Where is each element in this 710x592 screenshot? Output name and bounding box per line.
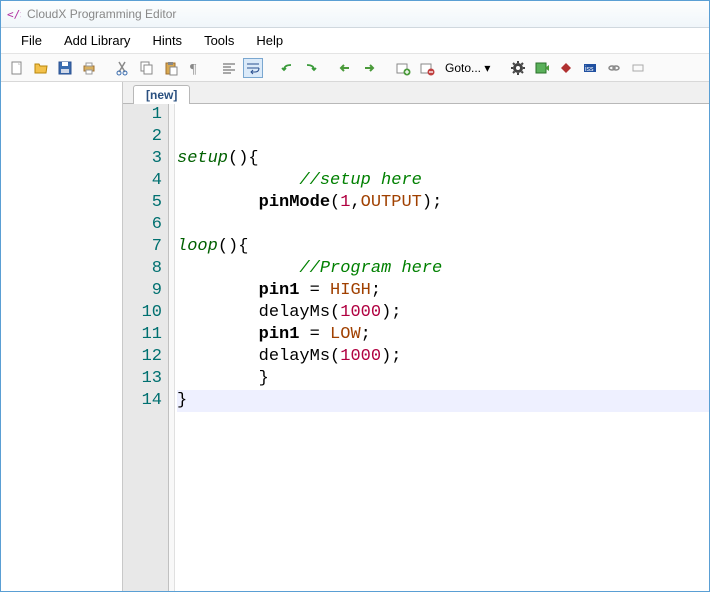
toolbar: ¶ Goto... ▾ iss bbox=[1, 54, 709, 82]
line-number: 11 bbox=[123, 324, 162, 346]
code-line[interactable] bbox=[177, 126, 709, 148]
menu-file[interactable]: File bbox=[11, 29, 52, 52]
menu-tools[interactable]: Tools bbox=[194, 29, 244, 52]
tab-new[interactable]: [new] bbox=[133, 85, 190, 104]
code-area[interactable]: 1234567891011121314 setup(){ //setup her… bbox=[123, 104, 709, 591]
align-left-icon[interactable] bbox=[219, 58, 239, 78]
tabbar: [new] bbox=[123, 82, 709, 104]
svg-text:¶: ¶ bbox=[190, 62, 197, 76]
gear-icon[interactable] bbox=[508, 58, 528, 78]
code-line[interactable]: } bbox=[177, 368, 709, 390]
code-line[interactable]: pin1 = LOW; bbox=[177, 324, 709, 346]
undo-icon[interactable] bbox=[277, 58, 297, 78]
code-line[interactable]: } bbox=[177, 390, 709, 412]
code-line[interactable] bbox=[177, 214, 709, 236]
main-area: [new] 1234567891011121314 setup(){ //set… bbox=[1, 82, 709, 591]
line-number: 10 bbox=[123, 302, 162, 324]
menubar: File Add Library Hints Tools Help bbox=[1, 28, 709, 54]
line-number: 4 bbox=[123, 170, 162, 192]
line-number: 2 bbox=[123, 126, 162, 148]
line-number: 5 bbox=[123, 192, 162, 214]
code-line[interactable]: pin1 = HIGH; bbox=[177, 280, 709, 302]
iss-logo-icon[interactable]: iss bbox=[580, 58, 600, 78]
arrow-left-icon[interactable] bbox=[335, 58, 355, 78]
stop-icon[interactable] bbox=[556, 58, 576, 78]
add-block-icon[interactable] bbox=[393, 58, 413, 78]
word-wrap-icon[interactable] bbox=[243, 58, 263, 78]
save-icon[interactable] bbox=[55, 58, 75, 78]
run-board-icon[interactable] bbox=[532, 58, 552, 78]
svg-text:</>: </> bbox=[7, 8, 21, 21]
link-icon[interactable] bbox=[604, 58, 624, 78]
line-number: 7 bbox=[123, 236, 162, 258]
line-number: 8 bbox=[123, 258, 162, 280]
line-number: 14 bbox=[123, 390, 162, 412]
remove-block-icon[interactable] bbox=[417, 58, 437, 78]
app-title: CloudX Programming Editor bbox=[27, 7, 176, 21]
blank-icon[interactable] bbox=[628, 58, 648, 78]
code-line[interactable]: pinMode(1,OUTPUT); bbox=[177, 192, 709, 214]
goto-button[interactable]: Goto... ▾ bbox=[441, 59, 494, 77]
menu-add-library[interactable]: Add Library bbox=[54, 29, 140, 52]
code-line[interactable]: delayMs(1000); bbox=[177, 346, 709, 368]
menu-help[interactable]: Help bbox=[246, 29, 293, 52]
code-line[interactable]: //setup here bbox=[177, 170, 709, 192]
line-number-gutter: 1234567891011121314 bbox=[123, 104, 169, 591]
menu-hints[interactable]: Hints bbox=[142, 29, 192, 52]
arrow-right-icon[interactable] bbox=[359, 58, 379, 78]
code-text[interactable]: setup(){ //setup here pinMode(1,OUTPUT);… bbox=[175, 104, 709, 591]
sidebar bbox=[1, 82, 123, 591]
redo-icon[interactable] bbox=[301, 58, 321, 78]
copy-icon[interactable] bbox=[137, 58, 157, 78]
code-line[interactable]: delayMs(1000); bbox=[177, 302, 709, 324]
line-number: 1 bbox=[123, 104, 162, 126]
new-file-icon[interactable] bbox=[7, 58, 27, 78]
line-number: 9 bbox=[123, 280, 162, 302]
paragraph-icon[interactable]: ¶ bbox=[185, 58, 205, 78]
paste-icon[interactable] bbox=[161, 58, 181, 78]
print-icon[interactable] bbox=[79, 58, 99, 78]
svg-text:iss: iss bbox=[585, 66, 594, 73]
app-icon: </> bbox=[7, 7, 21, 21]
code-line[interactable]: loop(){ bbox=[177, 236, 709, 258]
code-line[interactable]: setup(){ bbox=[177, 148, 709, 170]
line-number: 6 bbox=[123, 214, 162, 236]
cut-icon[interactable] bbox=[113, 58, 133, 78]
line-number: 12 bbox=[123, 346, 162, 368]
line-number: 13 bbox=[123, 368, 162, 390]
editor-pane: [new] 1234567891011121314 setup(){ //set… bbox=[123, 82, 709, 591]
code-line[interactable]: //Program here bbox=[177, 258, 709, 280]
titlebar: </> CloudX Programming Editor bbox=[1, 1, 709, 28]
open-folder-icon[interactable] bbox=[31, 58, 51, 78]
line-number: 3 bbox=[123, 148, 162, 170]
code-line[interactable] bbox=[177, 104, 709, 126]
